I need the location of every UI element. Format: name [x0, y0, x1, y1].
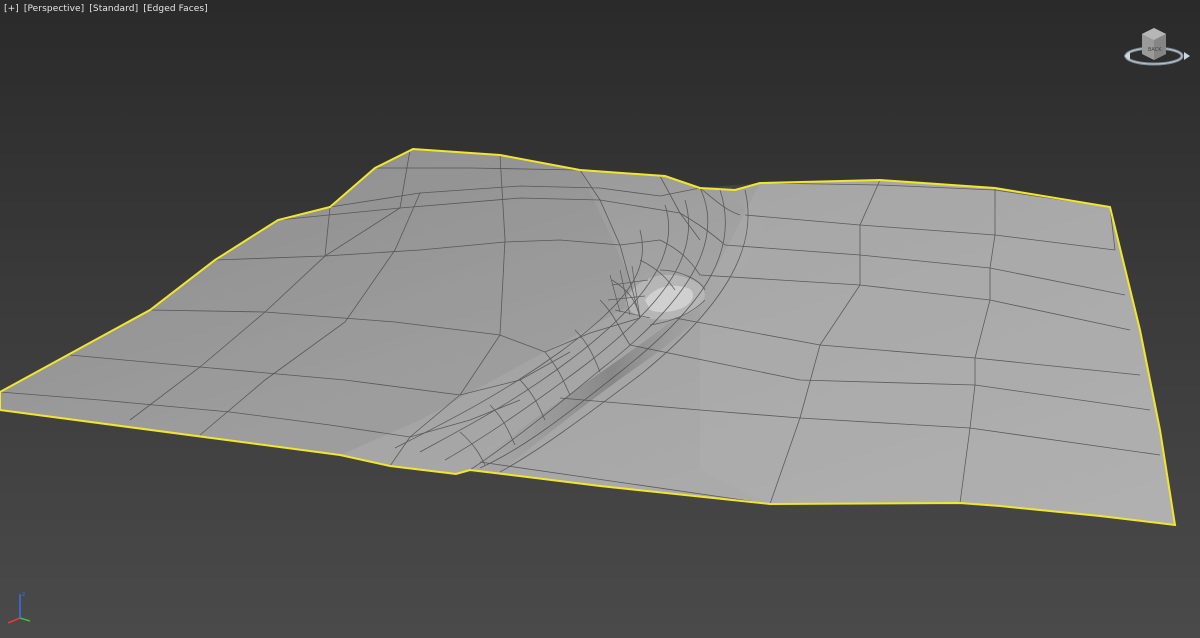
viewport-shading-menu[interactable]: [Standard]: [89, 4, 138, 14]
terrain-mesh[interactable]: [0, 0, 1200, 638]
viewcube-face-label: BACK: [1148, 47, 1162, 53]
y-axis-line: [19, 617, 31, 622]
viewport-general-menu[interactable]: [+]: [4, 4, 19, 14]
viewport-label-menu: [+] [Perspective] [Standard] [Edged Face…: [4, 4, 210, 14]
perspective-viewport[interactable]: [+] [Perspective] [Standard] [Edged Face…: [0, 0, 1200, 638]
viewport-display-mode-menu[interactable]: [Edged Faces]: [143, 4, 208, 14]
viewcube-icon[interactable]: BACK: [1120, 22, 1200, 74]
mesh-highlight: [700, 180, 1175, 525]
axis-tripod-icon: z: [7, 591, 31, 624]
z-axis-label: z: [22, 591, 25, 598]
x-axis-line: [7, 617, 21, 624]
viewport-point-of-view-menu[interactable]: [Perspective]: [24, 4, 84, 14]
